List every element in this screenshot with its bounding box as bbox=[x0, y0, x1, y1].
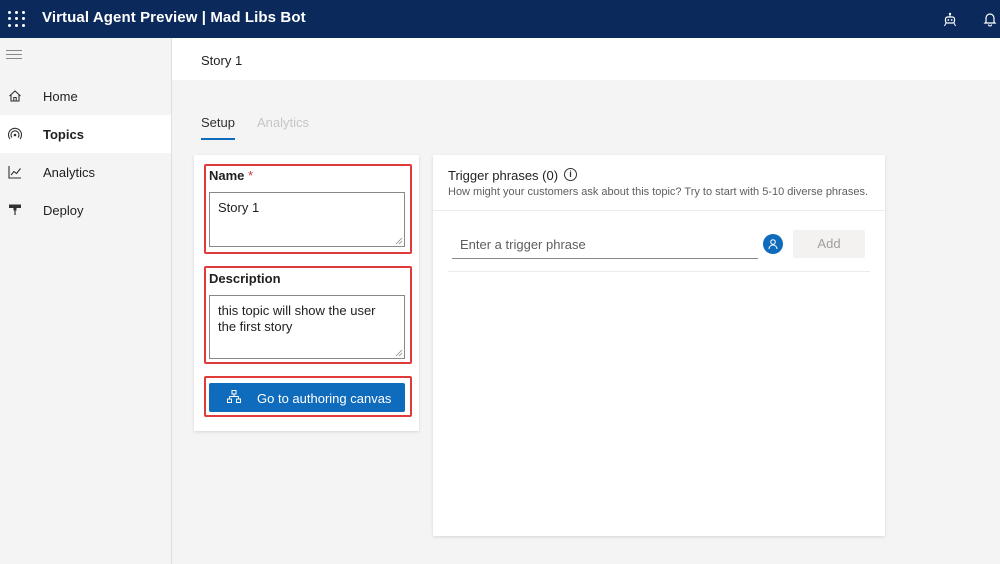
required-marker: * bbox=[248, 168, 254, 183]
hamburger-menu-icon[interactable] bbox=[6, 50, 22, 62]
topics-icon bbox=[7, 126, 23, 142]
tab-setup[interactable]: Setup bbox=[201, 115, 235, 130]
sidebar-item-label: Topics bbox=[43, 126, 84, 142]
top-bar: Virtual Agent Preview | Mad Libs Bot bbox=[0, 0, 1000, 38]
breadcrumb: Story 1 bbox=[172, 38, 1000, 80]
resize-grip-icon[interactable] bbox=[395, 349, 403, 357]
trigger-phrases-subtitle: How might your customers ask about this … bbox=[448, 186, 869, 198]
waffle-icon[interactable] bbox=[6, 9, 26, 29]
page-title: Story 1 bbox=[201, 53, 243, 68]
topic-details-card: Name * Story 1 Description this topic wi… bbox=[194, 155, 419, 431]
trigger-phrase-input[interactable]: Enter a trigger phrase bbox=[452, 234, 758, 259]
sidebar-item-label: Home bbox=[43, 88, 78, 104]
description-field-value: this topic will show the user the first … bbox=[218, 303, 376, 334]
sidebar-item-label: Analytics bbox=[43, 164, 96, 180]
resize-grip-icon[interactable] bbox=[395, 237, 403, 245]
deploy-icon bbox=[7, 202, 23, 218]
trigger-phrases-title: Trigger phrases (0) bbox=[448, 168, 559, 183]
sidebar-item-home[interactable]: Home bbox=[0, 77, 171, 115]
description-field[interactable]: this topic will show the user the first … bbox=[209, 295, 405, 359]
name-label-text: Name bbox=[209, 168, 245, 183]
tab-analytics[interactable]: Analytics bbox=[257, 115, 309, 130]
sidebar-item-analytics[interactable]: Analytics bbox=[0, 153, 171, 191]
active-tab-indicator bbox=[201, 138, 235, 140]
sidebar-item-label: Deploy bbox=[43, 202, 84, 218]
trigger-phrases-card: Trigger phrases (0) i How might your cus… bbox=[433, 155, 885, 536]
name-label: Name * bbox=[209, 168, 253, 183]
home-icon bbox=[7, 88, 23, 104]
analytics-icon bbox=[7, 164, 23, 180]
flow-diagram-icon bbox=[227, 390, 241, 403]
info-icon[interactable]: i bbox=[564, 168, 577, 181]
sidebar-item-topics[interactable]: Topics bbox=[0, 115, 171, 153]
divider bbox=[433, 210, 885, 211]
add-button[interactable]: Add bbox=[793, 230, 865, 258]
name-field-value: Story 1 bbox=[218, 200, 260, 215]
sidebar: Home Topics Analytics Deploy bbox=[0, 38, 172, 564]
divider bbox=[448, 271, 870, 272]
authoring-button-label: Go to authoring canvas bbox=[257, 391, 392, 406]
user-icon[interactable] bbox=[763, 234, 783, 254]
bot-icon[interactable] bbox=[940, 9, 960, 29]
notification-icon[interactable] bbox=[980, 9, 1000, 29]
name-field[interactable]: Story 1 bbox=[209, 192, 405, 247]
sidebar-item-deploy[interactable]: Deploy bbox=[0, 191, 171, 229]
app-title: Virtual Agent Preview | Mad Libs Bot bbox=[42, 9, 306, 26]
go-to-authoring-canvas-button[interactable]: Go to authoring canvas bbox=[209, 383, 405, 412]
description-label: Description bbox=[209, 271, 281, 286]
